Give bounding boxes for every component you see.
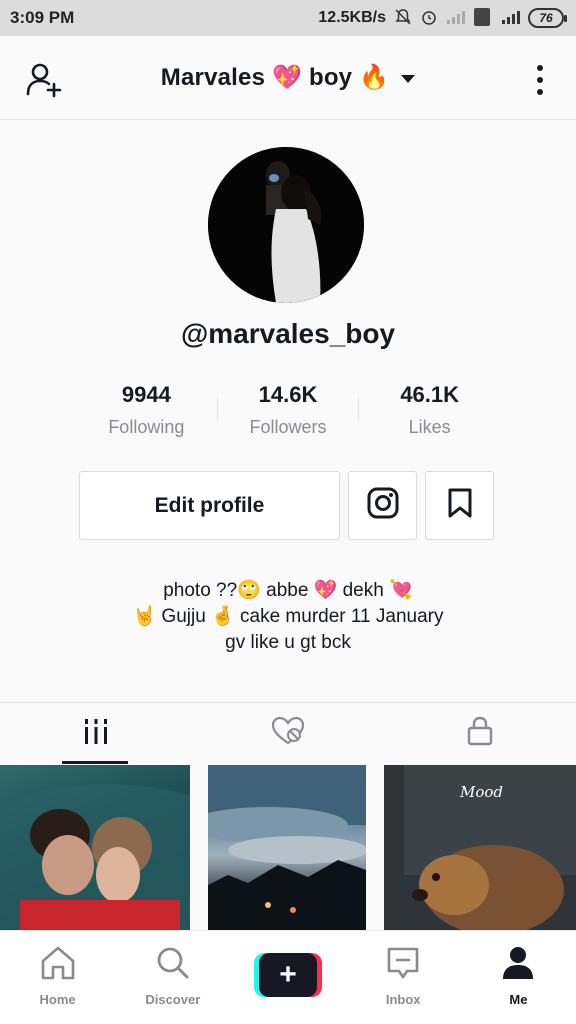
nav-label: Discover	[145, 992, 201, 1007]
stat-followers[interactable]: 14.6K Followers	[218, 380, 359, 446]
signal-weak-icon	[446, 9, 466, 28]
network-speed: 12.5KB/s	[318, 9, 386, 26]
add-friend-icon[interactable]	[24, 60, 64, 100]
plus-icon: +	[259, 953, 317, 997]
favorites-button[interactable]	[425, 471, 494, 540]
battery-indicator: 76	[528, 8, 567, 28]
video-grid: Mood	[0, 765, 576, 930]
mute-bell-icon	[394, 8, 412, 29]
stat-value: 9944	[121, 382, 171, 407]
chevron-down-icon	[401, 74, 416, 83]
status-icons: 12.5KB/s 76	[318, 7, 567, 29]
profile-bio: photo ??🙄 abbe 💖 dekh 💘 🤘 Gujju 🤞 cake m…	[0, 578, 576, 656]
nav-inbox[interactable]: Inbox	[346, 931, 461, 1024]
grid-icon	[82, 717, 110, 750]
stat-label: Following	[108, 417, 185, 437]
profile-icon	[499, 945, 537, 986]
nav-me[interactable]: Me	[461, 931, 576, 1024]
bookmark-icon	[446, 487, 474, 524]
thumbnail-caption: Mood	[460, 783, 504, 801]
active-tab-indicator	[62, 761, 128, 764]
nav-label: Home	[39, 992, 76, 1007]
alarm-icon	[420, 8, 438, 29]
stat-label: Likes	[408, 417, 451, 437]
search-icon	[154, 945, 192, 986]
profile-tabs	[0, 702, 576, 764]
edit-profile-button[interactable]: Edit profile	[79, 471, 340, 540]
bio-line: 🤘 Gujju 🤞 cake murder 11 January	[132, 606, 444, 627]
bio-line: photo ??🙄 abbe 💖 dekh 💘	[163, 580, 413, 601]
home-icon	[39, 945, 77, 986]
volte-icon	[474, 7, 490, 29]
video-thumbnail[interactable]: Mood	[384, 765, 576, 930]
account-name: Marvales 💖 boy 🔥	[160, 64, 390, 91]
status-bar: 3:09 PM 12.5KB/s 76	[0, 0, 576, 36]
status-time: 3:09 PM	[10, 8, 75, 27]
avatar[interactable]	[208, 147, 364, 303]
nav-label: Inbox	[385, 992, 421, 1007]
lock-icon	[466, 715, 494, 752]
create-video-button[interactable]: +	[254, 953, 322, 997]
more-options-icon[interactable]	[532, 62, 548, 98]
video-thumbnail[interactable]	[208, 765, 366, 930]
profile-header: Marvales 💖 boy 🔥	[0, 36, 576, 120]
instagram-icon	[366, 486, 400, 525]
video-thumbnail[interactable]	[0, 765, 190, 930]
signal-4g-icon	[498, 9, 520, 28]
tab-liked[interactable]	[192, 703, 384, 764]
tab-private[interactable]	[384, 703, 576, 764]
stat-likes[interactable]: 46.1K Likes	[359, 380, 500, 446]
stat-label: Followers	[249, 417, 327, 437]
bio-line: gv like u gt bck	[225, 632, 351, 653]
nav-create[interactable]: +	[230, 931, 345, 1024]
stat-value: 14.6K	[258, 382, 318, 407]
username: @marvales_boy	[180, 318, 396, 349]
account-switcher[interactable]: Marvales 💖 boy 🔥	[160, 63, 416, 92]
inbox-icon	[384, 945, 422, 986]
stat-following[interactable]: 9944 Following	[76, 380, 217, 446]
nav-discover[interactable]: Discover	[115, 931, 230, 1024]
liked-heart-icon	[271, 716, 305, 751]
profile-stats: 9944 Following 14.6K Followers 46.1K Lik…	[76, 380, 500, 446]
instagram-button[interactable]	[348, 471, 417, 540]
nav-home[interactable]: Home	[0, 931, 115, 1024]
tab-videos[interactable]	[0, 703, 192, 764]
bottom-nav: Home Discover + Inbox Me	[0, 930, 576, 1024]
nav-label: Me	[509, 992, 528, 1007]
stat-value: 46.1K	[400, 382, 460, 407]
